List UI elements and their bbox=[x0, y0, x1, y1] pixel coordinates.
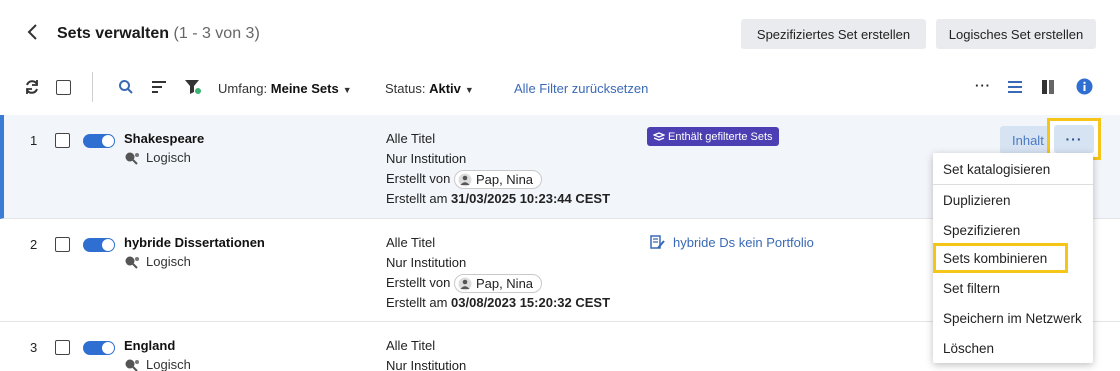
status-label: Status: bbox=[385, 81, 426, 96]
status-filter[interactable]: Status: Aktiv ▼ bbox=[385, 81, 474, 96]
row-actions-menu: Set katalogisieren Duplizieren Spezifizi… bbox=[933, 153, 1093, 363]
menu-item-catalog-set[interactable]: Set katalogisieren bbox=[933, 155, 1093, 185]
page-title-text: Sets verwalten bbox=[57, 25, 170, 42]
user-icon bbox=[458, 277, 472, 291]
set-type-label: Logisch bbox=[146, 150, 191, 165]
search-icon[interactable] bbox=[118, 79, 134, 98]
page-header: Sets verwalten (1 - 3 von 3) Spezifizier… bbox=[0, 0, 1120, 66]
set-type: Logisch bbox=[124, 357, 191, 371]
menu-item-specify[interactable]: Spezifizieren bbox=[933, 215, 1093, 245]
created-on: Erstellt am 03/08/2023 15:20:32 CEST bbox=[386, 295, 611, 311]
row-number: 2 bbox=[30, 237, 38, 252]
info-icon[interactable] bbox=[1076, 78, 1093, 98]
set-name[interactable]: Shakespeare bbox=[124, 131, 204, 146]
page-title: Sets verwalten (1 - 3 von 3) bbox=[57, 25, 260, 43]
active-toggle[interactable] bbox=[83, 238, 115, 252]
row-checkbox[interactable] bbox=[55, 133, 70, 148]
row-number: 3 bbox=[30, 340, 38, 355]
content-label: Alle Titel bbox=[386, 131, 436, 146]
created-by: Erstellt von Pap, Nina bbox=[386, 273, 610, 294]
row-checkbox[interactable] bbox=[55, 340, 70, 355]
set-type-label: Logisch bbox=[146, 254, 191, 269]
create-logical-set-button[interactable]: Logisches Set erstellen bbox=[936, 19, 1096, 49]
create-specified-set-button[interactable]: Spezifiziertes Set erstellen bbox=[741, 19, 926, 49]
linked-set[interactable]: hybride Ds kein Portfolio bbox=[650, 235, 814, 250]
more-options-icon: ··· bbox=[1054, 125, 1094, 153]
menu-item-filter-set[interactable]: Set filtern bbox=[933, 273, 1093, 303]
menu-item-duplicate[interactable]: Duplizieren bbox=[933, 185, 1093, 215]
set-type: Logisch bbox=[124, 254, 191, 269]
toolbar-divider bbox=[92, 72, 93, 102]
status-value: Aktiv bbox=[429, 81, 461, 96]
chevron-down-icon: ▼ bbox=[342, 85, 352, 95]
sort-icon[interactable] bbox=[151, 79, 167, 98]
results-count: (1 - 3 von 3) bbox=[173, 25, 260, 42]
content-label: Alle Titel bbox=[386, 235, 436, 250]
scope-value: Nur Institution bbox=[386, 358, 467, 371]
user-icon bbox=[458, 173, 472, 187]
scope-filter[interactable]: Umfang: Meine Sets ▼ bbox=[218, 81, 352, 96]
menu-item-combine-sets[interactable]: Sets kombinieren bbox=[933, 243, 1068, 273]
back-chevron-icon[interactable] bbox=[24, 22, 42, 42]
content-label: Alle Titel bbox=[386, 338, 436, 353]
set-details: Alle Titel Nur Institution Erstellt von … bbox=[386, 129, 610, 209]
scope-value: Nur Institution bbox=[386, 255, 467, 270]
active-toggle[interactable] bbox=[83, 341, 115, 355]
set-details: Alle Titel Nur Institution Erstellt von … bbox=[386, 233, 610, 313]
list-view-icon[interactable] bbox=[1007, 80, 1023, 97]
chevron-down-icon: ▼ bbox=[464, 85, 474, 95]
columns-icon[interactable] bbox=[1041, 79, 1055, 98]
set-name[interactable]: England bbox=[124, 338, 175, 353]
set-name[interactable]: hybride Dissertationen bbox=[124, 235, 265, 250]
set-type-label: Logisch bbox=[146, 357, 191, 371]
refresh-icon[interactable] bbox=[24, 79, 40, 98]
edit-document-icon bbox=[650, 235, 665, 249]
filter-icon[interactable] bbox=[184, 79, 202, 98]
row-number: 1 bbox=[30, 133, 38, 148]
filtered-sets-badge: Enthält gefilterte Sets bbox=[647, 127, 779, 146]
logical-search-icon bbox=[125, 152, 139, 165]
scope-label: Umfang: bbox=[218, 81, 268, 96]
menu-item-delete[interactable]: Löschen bbox=[933, 333, 1093, 363]
created-by: Erstellt von Pap, Nina bbox=[386, 169, 610, 190]
user-chip[interactable]: Pap, Nina bbox=[453, 274, 543, 294]
logical-search-icon bbox=[125, 359, 139, 371]
row-checkbox[interactable] bbox=[55, 237, 70, 252]
user-chip[interactable]: Pap, Nina bbox=[453, 170, 543, 190]
reset-filters-link[interactable]: Alle Filter zurücksetzen bbox=[514, 81, 648, 96]
menu-item-save-network[interactable]: Speichern im Netzwerk bbox=[933, 303, 1093, 333]
more-options-icon[interactable]: ··· bbox=[975, 78, 991, 93]
set-details: Alle Titel Nur Institution bbox=[386, 336, 466, 371]
scope-value: Nur Institution bbox=[386, 151, 467, 166]
scope-value: Meine Sets bbox=[270, 81, 339, 96]
select-all-checkbox[interactable] bbox=[56, 80, 71, 95]
toolbar: Umfang: Meine Sets ▼ Status: Aktiv ▼ Alle … bbox=[0, 66, 1120, 110]
logical-search-icon bbox=[125, 256, 139, 269]
created-on: Erstellt am 31/03/2025 10:23:44 CEST bbox=[386, 191, 611, 207]
layers-icon bbox=[653, 131, 665, 141]
active-toggle[interactable] bbox=[83, 134, 115, 148]
set-type: Logisch bbox=[124, 150, 191, 165]
